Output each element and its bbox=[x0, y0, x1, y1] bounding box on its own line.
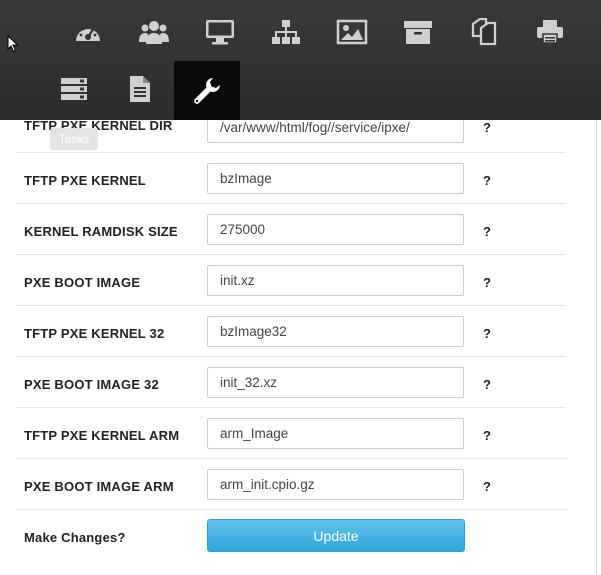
help-link[interactable]: ? bbox=[483, 120, 491, 135]
setting-input[interactable] bbox=[207, 367, 464, 398]
help-link[interactable]: ? bbox=[483, 275, 491, 290]
setting-row: PXE BOOT IMAGE ARM ? bbox=[16, 459, 566, 510]
setting-input[interactable] bbox=[207, 418, 464, 449]
copy-icon[interactable] bbox=[464, 12, 504, 52]
printer-icon[interactable] bbox=[530, 12, 570, 52]
help-link[interactable]: ? bbox=[483, 479, 491, 494]
help-link[interactable]: ? bbox=[483, 428, 491, 443]
setting-label: TFTP PXE KERNEL ARM bbox=[24, 428, 180, 443]
make-changes-label: Make Changes? bbox=[24, 530, 126, 545]
dashboard-icon[interactable] bbox=[68, 12, 108, 52]
setting-label: PXE BOOT IMAGE 32 bbox=[24, 377, 159, 392]
setting-row: PXE BOOT IMAGE 32 ? bbox=[16, 357, 566, 408]
list-icon[interactable] bbox=[54, 69, 94, 109]
setting-row: KERNEL RAMDISK SIZE ? bbox=[16, 204, 566, 255]
image-icon[interactable] bbox=[332, 12, 372, 52]
setting-input[interactable] bbox=[207, 316, 464, 347]
setting-input[interactable] bbox=[207, 469, 464, 500]
setting-row: TFTP PXE KERNEL ? bbox=[16, 153, 566, 204]
setting-label: TFTP PXE KERNEL 32 bbox=[24, 326, 165, 341]
setting-label: KERNEL RAMDISK SIZE bbox=[24, 224, 178, 239]
setting-input[interactable] bbox=[207, 163, 464, 194]
setting-label: PXE BOOT IMAGE ARM bbox=[24, 479, 174, 494]
sitemap-icon[interactable] bbox=[266, 12, 306, 52]
archive-icon[interactable] bbox=[398, 12, 438, 52]
help-link[interactable]: ? bbox=[483, 326, 491, 341]
setting-input[interactable] bbox=[207, 214, 464, 245]
setting-label: TFTP PXE KERNEL bbox=[24, 173, 146, 188]
submit-row: Make Changes? Update bbox=[16, 510, 566, 570]
setting-label: PXE BOOT IMAGE bbox=[24, 275, 141, 290]
setting-input[interactable] bbox=[207, 265, 464, 296]
panel-border bbox=[596, 120, 597, 575]
setting-row: TFTP PXE KERNEL 32 ? bbox=[16, 306, 566, 357]
document-icon[interactable] bbox=[120, 69, 160, 109]
tasks-tooltip: Tasks bbox=[50, 128, 98, 150]
monitor-icon[interactable] bbox=[200, 12, 240, 52]
update-button[interactable]: Update bbox=[207, 519, 465, 552]
wrench-icon[interactable] bbox=[174, 61, 240, 120]
setting-label: TFTP PXE KERNEL DIR bbox=[24, 118, 173, 133]
mouse-cursor-icon bbox=[7, 34, 19, 58]
users-icon[interactable] bbox=[134, 12, 174, 52]
top-navigation bbox=[0, 0, 601, 120]
settings-form: TFTP PXE KERNEL DIR ? TFTP PXE KERNEL ? … bbox=[16, 100, 566, 570]
help-link[interactable]: ? bbox=[483, 377, 491, 392]
setting-row: TFTP PXE KERNEL ARM ? bbox=[16, 408, 566, 459]
setting-row: PXE BOOT IMAGE ? bbox=[16, 255, 566, 306]
help-link[interactable]: ? bbox=[483, 173, 491, 188]
help-link[interactable]: ? bbox=[483, 224, 491, 239]
